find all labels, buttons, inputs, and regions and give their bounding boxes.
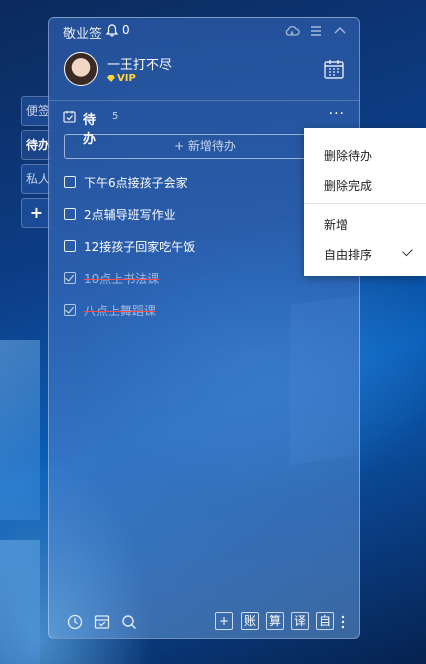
calculator-button[interactable]: 算 [266, 612, 284, 630]
avatar[interactable] [64, 52, 98, 86]
bottom-toolbar: + 账 算 译 自 [49, 604, 359, 638]
archive-icon[interactable] [94, 614, 110, 630]
add-button[interactable]: + [215, 612, 233, 630]
todo-checkbox-checked[interactable] [64, 272, 76, 284]
tab-todo[interactable]: 待办 [21, 130, 51, 160]
notification-count: 0 [122, 23, 130, 37]
title-bar: 敬业签 0 [49, 18, 359, 44]
menu-item-delete-completed[interactable]: 删除完成 [324, 177, 372, 194]
search-icon[interactable] [121, 614, 137, 630]
more-vertical-icon[interactable] [338, 614, 348, 630]
menu-divider [304, 203, 426, 204]
todo-checkbox[interactable] [64, 240, 76, 252]
clock-icon[interactable] [67, 614, 83, 630]
menu-item-free-sort[interactable]: 自由排序 [324, 246, 372, 263]
todo-checkbox-checked[interactable] [64, 304, 76, 316]
menu-item-new[interactable]: 新增 [324, 216, 348, 233]
calendar-icon[interactable] [323, 58, 345, 80]
custom-button[interactable]: 自 [316, 612, 334, 630]
todo-text: 2点辅导班写作业 [84, 208, 176, 222]
cloud-icon[interactable] [284, 23, 300, 39]
diamond-icon [107, 75, 115, 82]
todo-text: 下午6点接孩子会家 [84, 176, 188, 190]
todo-checkbox[interactable] [64, 176, 76, 188]
check-icon [402, 245, 413, 257]
menu-icon[interactable] [308, 23, 324, 39]
tab-notes[interactable]: 便签 [21, 96, 51, 126]
todo-text: 10点上书法课 [84, 272, 160, 286]
app-title: 敬业签 [63, 27, 103, 42]
wallpaper-pane [0, 340, 40, 520]
menu-item-delete-todo[interactable]: 删除待办 [324, 147, 372, 164]
wallpaper-pane [0, 540, 40, 664]
todo-checkbox[interactable] [64, 208, 76, 220]
todo-item-completed[interactable]: 八点上舞蹈课 [64, 301, 346, 333]
translate-button[interactable]: 译 [291, 612, 309, 630]
accounting-button[interactable]: 账 [241, 612, 259, 630]
bell-icon[interactable] [106, 24, 118, 37]
todo-list-icon [63, 111, 76, 123]
username: 一王打不尽 [107, 58, 173, 73]
todo-panel: 敬业签 0 一王打不尽 VIP 待办 5 ··· + 新增待办 下午6点接孩子会… [48, 17, 360, 639]
profile-section: 一王打不尽 VIP [49, 44, 359, 101]
tab-private[interactable]: 私人 [21, 164, 51, 194]
todo-text: 12接孩子回家吃午饭 [84, 240, 196, 254]
more-options-button[interactable]: ··· [329, 107, 345, 121]
side-tab-strip: 便签 待办 私人 + [21, 96, 51, 232]
add-tab-button[interactable]: + [21, 198, 51, 228]
collapse-icon[interactable] [332, 23, 348, 39]
todo-text: 八点上舞蹈课 [84, 304, 157, 318]
todo-count: 5 [112, 111, 119, 122]
sort-menu: 删除待办 删除完成 新增 自由排序 [304, 128, 426, 276]
vip-badge: VIP [107, 73, 136, 84]
